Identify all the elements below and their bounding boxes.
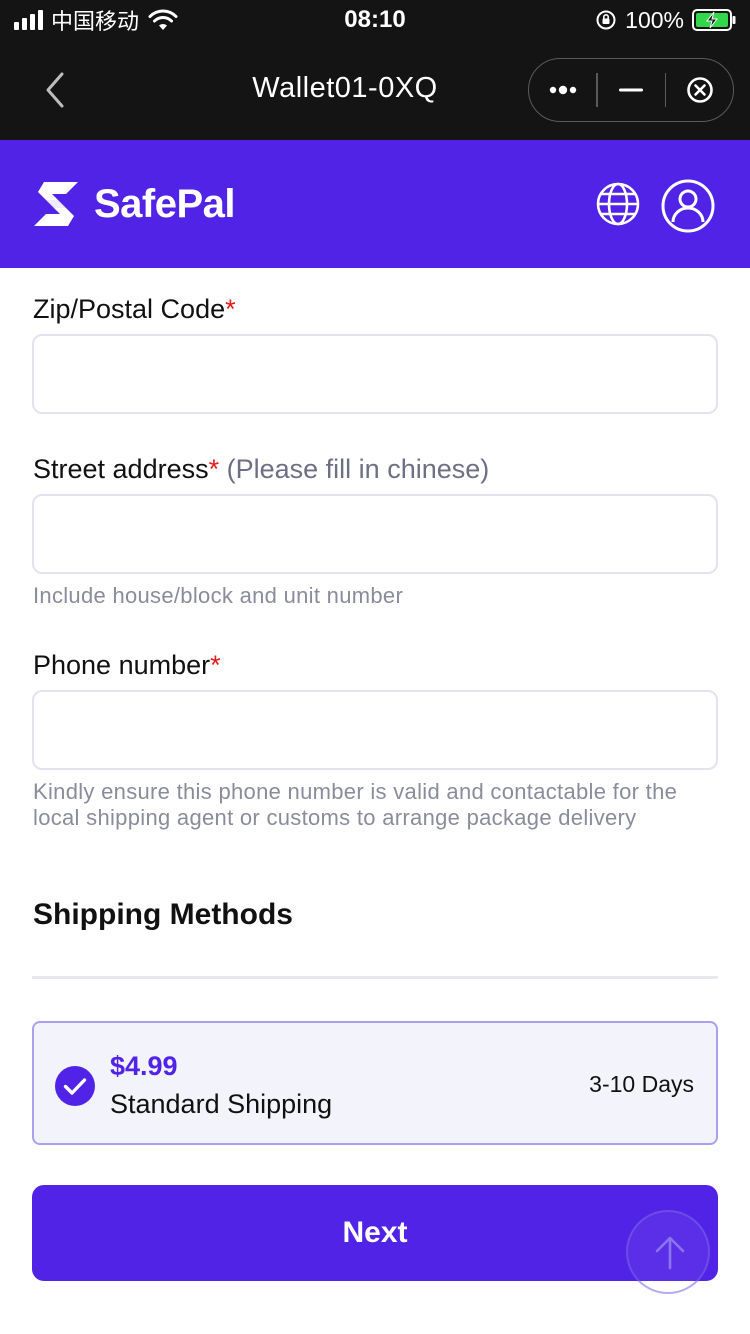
required-mark: * (208, 454, 220, 484)
zip-input[interactable] (32, 334, 718, 414)
close-button[interactable] (666, 59, 733, 121)
status-right: 100% (595, 7, 736, 33)
user-icon (661, 179, 715, 233)
more-button[interactable] (529, 59, 596, 121)
street-address-input[interactable] (32, 494, 718, 574)
section-divider (32, 976, 718, 979)
battery-charging-icon (692, 9, 736, 31)
required-mark: * (210, 650, 221, 680)
shipping-duration: 3-10 Days (589, 1071, 694, 1097)
shipping-method-name: Standard Shipping (110, 1089, 333, 1119)
zip-label-text: Zip/Postal Code (33, 294, 226, 324)
phone-label-text: Phone number (33, 650, 211, 680)
account-button[interactable] (660, 178, 716, 234)
shipping-option-standard[interactable]: $4.99 Standard Shipping 3-10 Days (32, 1021, 718, 1145)
street-label-hint: (Please fill in chinese) (226, 454, 490, 484)
brand-header: SafePal (0, 140, 750, 268)
shipping-price: $4.99 (110, 1051, 178, 1081)
zip-label: Zip/Postal Code* (33, 294, 236, 325)
scroll-to-top-button[interactable] (626, 1210, 710, 1294)
safepal-logo[interactable]: SafePal (32, 180, 236, 228)
next-button[interactable]: Next (32, 1185, 718, 1281)
status-bar: 中国移动 08:10 100% (0, 0, 750, 40)
phone-label: Phone number* (33, 650, 221, 681)
language-button[interactable] (594, 180, 642, 228)
arrow-up-icon (655, 1236, 685, 1270)
globe-icon (596, 182, 640, 226)
capsule-menu (528, 58, 734, 122)
street-helper-text: Include house/block and unit number (33, 583, 404, 608)
phone-helper-text: Kindly ensure this phone number is valid… (33, 779, 678, 830)
phone-input[interactable] (32, 690, 718, 770)
orientation-lock-icon (596, 10, 616, 30)
nav-bar: Wallet01-0XQ (0, 40, 750, 140)
street-label: Street address* (Please fill in chinese) (33, 454, 489, 485)
more-dots-icon (549, 85, 576, 95)
check-circle-icon (55, 1066, 95, 1106)
street-label-text: Street address (33, 454, 209, 484)
minimize-button[interactable] (598, 59, 665, 121)
minus-icon (619, 88, 643, 92)
required-mark: * (225, 294, 236, 324)
brand-name: SafePal (94, 181, 236, 226)
battery-percent: 100% (625, 6, 684, 33)
safepal-logo-icon (34, 182, 78, 226)
close-circle-icon (686, 77, 713, 103)
shipping-methods-title: Shipping Methods (33, 898, 293, 931)
